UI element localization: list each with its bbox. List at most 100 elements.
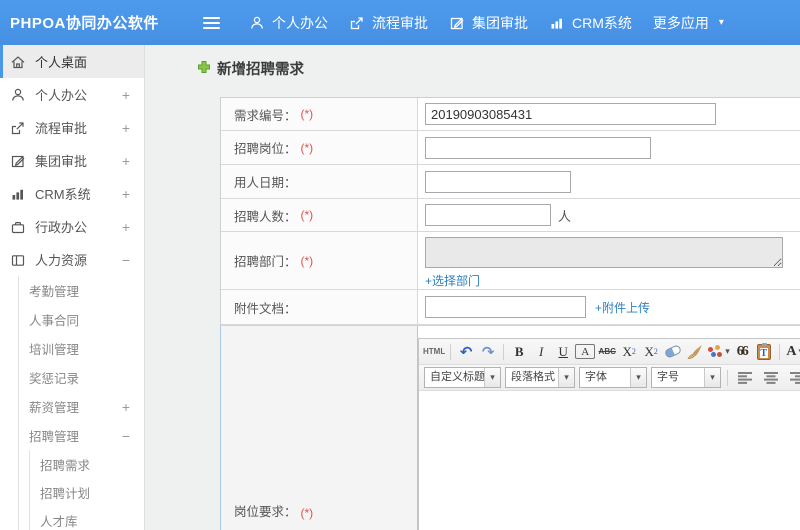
undo-button[interactable]: ↶ — [456, 341, 476, 362]
sidebar-item-rewards[interactable]: 奖惩记录 — [19, 363, 144, 392]
sidebar-item-personal-office[interactable]: 个人办公 + — [0, 78, 144, 111]
field-label: 附件文档： — [234, 301, 297, 316]
required-mark: (*) — [300, 107, 314, 121]
required-mark: (*) — [300, 208, 314, 222]
hr-book-icon — [10, 252, 26, 268]
expand-toggle[interactable]: + — [122, 87, 130, 103]
nav-item-workflow-approval[interactable]: 流程审批 — [349, 13, 428, 33]
sidebar-item-workflow-approval[interactable]: 流程审批 + — [0, 111, 144, 144]
sidebar-item-admin-office[interactable]: 行政办公 + — [0, 210, 144, 243]
field-label: 需求编号： — [234, 108, 297, 123]
sidebar-item-recruit-demand[interactable]: 招聘需求 — [30, 450, 144, 478]
align-right-icon — [789, 371, 800, 384]
nav-item-crm[interactable]: CRM系统 — [549, 13, 632, 33]
sidebar-item-training[interactable]: 培训管理 — [19, 334, 144, 363]
sidebar-item-personal-desktop[interactable]: 个人桌面 — [0, 45, 144, 78]
form-row-headcount: 招聘人数： (*) 人 — [221, 199, 800, 232]
font-size-select[interactable]: 字号 ▾ — [651, 367, 721, 388]
sidebar-item-recruit-plan[interactable]: 招聘计划 — [30, 478, 144, 506]
sidebar: 个人桌面 个人办公 + 流程审批 + 集团审批 + CRM系统 + 行政办公 +… — [0, 45, 145, 530]
editor-toolbar-row2: 自定义标题 ▾ 段落格式 ▾ 字体 ▾ 字号 ▾ — [419, 365, 800, 391]
form-row-department: 招聘部门： (*) +选择部门 — [221, 232, 800, 290]
form-row-hire-date: 用人日期： — [221, 165, 800, 199]
headcount-input[interactable] — [425, 204, 551, 226]
sidebar-item-hr[interactable]: 人力资源 − — [0, 243, 144, 276]
field-label: 岗位要求： — [234, 505, 297, 519]
position-input[interactable] — [425, 136, 651, 159]
workflow-icon — [349, 15, 365, 31]
editor-content-area[interactable] — [419, 391, 800, 530]
eraser-button[interactable] — [663, 341, 683, 362]
paragraph-format-select[interactable]: 段落格式 ▾ — [505, 367, 575, 388]
form-row-requirements: 岗位要求： (*) HTML ↶ ↷ B I U A ABC X 2 X 2 ▾… — [220, 325, 800, 530]
department-textarea[interactable] — [425, 237, 783, 268]
expand-toggle[interactable]: + — [122, 186, 130, 202]
expand-toggle[interactable]: + — [122, 399, 130, 415]
bar-chart-icon — [10, 186, 26, 202]
format-brush-button[interactable] — [685, 341, 705, 362]
sidebar-item-group-approval[interactable]: 集团审批 + — [0, 144, 144, 177]
font-color-button[interactable]: A▾ — [785, 341, 800, 362]
collapse-toggle[interactable]: − — [122, 252, 130, 268]
field-label: 用人日期： — [234, 176, 297, 190]
edit-icon — [10, 153, 26, 169]
expand-toggle[interactable]: + — [122, 120, 130, 136]
app-header: PHPOA协同办公软件 个人办公 流程审批 集团审批 CRM系统 更多应用 ▾ — [0, 0, 800, 45]
subscript-button[interactable]: X2 — [641, 341, 661, 362]
recruit-demand-form: 需求编号：(*) 招聘岗位：(*) 用人日期： 招聘人数：(*) 人 招聘部门：… — [220, 97, 800, 530]
unit-label: 人 — [558, 208, 572, 224]
caret-down-icon: ▾ — [704, 368, 720, 387]
nav-item-group-approval[interactable]: 集团审批 — [449, 13, 528, 33]
sidebar-item-crm[interactable]: CRM系统 + — [0, 177, 144, 210]
home-icon — [10, 54, 26, 70]
hire-date-input[interactable] — [425, 170, 571, 193]
bar-chart-icon — [549, 15, 565, 31]
field-label: 招聘部门： — [234, 255, 297, 269]
caret-down-icon: ▾ — [484, 368, 500, 387]
caret-down-icon: ▾ — [725, 346, 730, 356]
font-family-select[interactable]: 字体 ▾ — [579, 367, 647, 388]
workflow-icon — [10, 120, 26, 136]
heading-select[interactable]: 自定义标题 ▾ — [424, 367, 501, 388]
superscript-button[interactable]: X2 — [619, 341, 639, 362]
caret-down-icon: ▾ — [630, 368, 646, 387]
attachment-input[interactable] — [425, 296, 586, 318]
required-mark: (*) — [300, 506, 314, 520]
select-department-link[interactable]: +选择部门 — [425, 272, 480, 289]
align-center-button[interactable] — [761, 367, 781, 388]
html-source-button[interactable]: HTML — [423, 341, 445, 362]
align-right-button[interactable] — [787, 367, 800, 388]
blockquote-button[interactable]: 66 — [732, 341, 752, 362]
italic-button[interactable]: I — [531, 341, 551, 362]
sidebar-item-talent-pool[interactable]: 人才库 — [30, 506, 144, 530]
rich-text-editor: HTML ↶ ↷ B I U A ABC X2 X 2 ▾ 66 T A 自定义… — [418, 338, 800, 530]
sidebar-item-attendance[interactable]: 考勤管理 — [19, 276, 144, 305]
attachment-upload-link[interactable]: +附件上传 — [595, 299, 650, 316]
menu-toggle-button[interactable] — [203, 14, 221, 32]
expand-toggle[interactable]: + — [122, 153, 130, 169]
brush-icon — [687, 344, 703, 359]
demand-no-input[interactable] — [425, 103, 716, 125]
user-icon — [10, 87, 26, 103]
collapse-toggle[interactable]: − — [122, 428, 130, 444]
palette-icon — [707, 344, 723, 359]
sidebar-item-hr-contract[interactable]: 人事合同 — [19, 305, 144, 334]
bold-button[interactable]: B — [509, 341, 529, 362]
briefcase-icon — [10, 219, 26, 235]
strikethrough-button[interactable]: ABC — [597, 341, 617, 362]
nav-item-personal-office[interactable]: 个人办公 — [249, 13, 328, 33]
color-palette-button[interactable]: ▾ — [707, 341, 730, 362]
underline-button[interactable]: U — [553, 341, 573, 362]
required-mark: (*) — [300, 140, 314, 155]
align-left-button[interactable] — [735, 367, 755, 388]
expand-toggle[interactable]: + — [122, 219, 130, 235]
sidebar-item-recruit-mgmt[interactable]: 招聘管理 − — [19, 421, 144, 450]
redo-button[interactable]: ↷ — [478, 341, 498, 362]
format-box-button[interactable]: A — [575, 344, 596, 359]
nav-item-more-apps[interactable]: 更多应用 ▾ — [653, 13, 724, 33]
eraser-icon — [664, 344, 683, 359]
sidebar-item-salary[interactable]: 薪资管理 + — [19, 392, 144, 421]
align-center-icon — [763, 371, 778, 384]
paste-button[interactable]: T — [754, 341, 774, 362]
edit-icon — [449, 15, 465, 31]
